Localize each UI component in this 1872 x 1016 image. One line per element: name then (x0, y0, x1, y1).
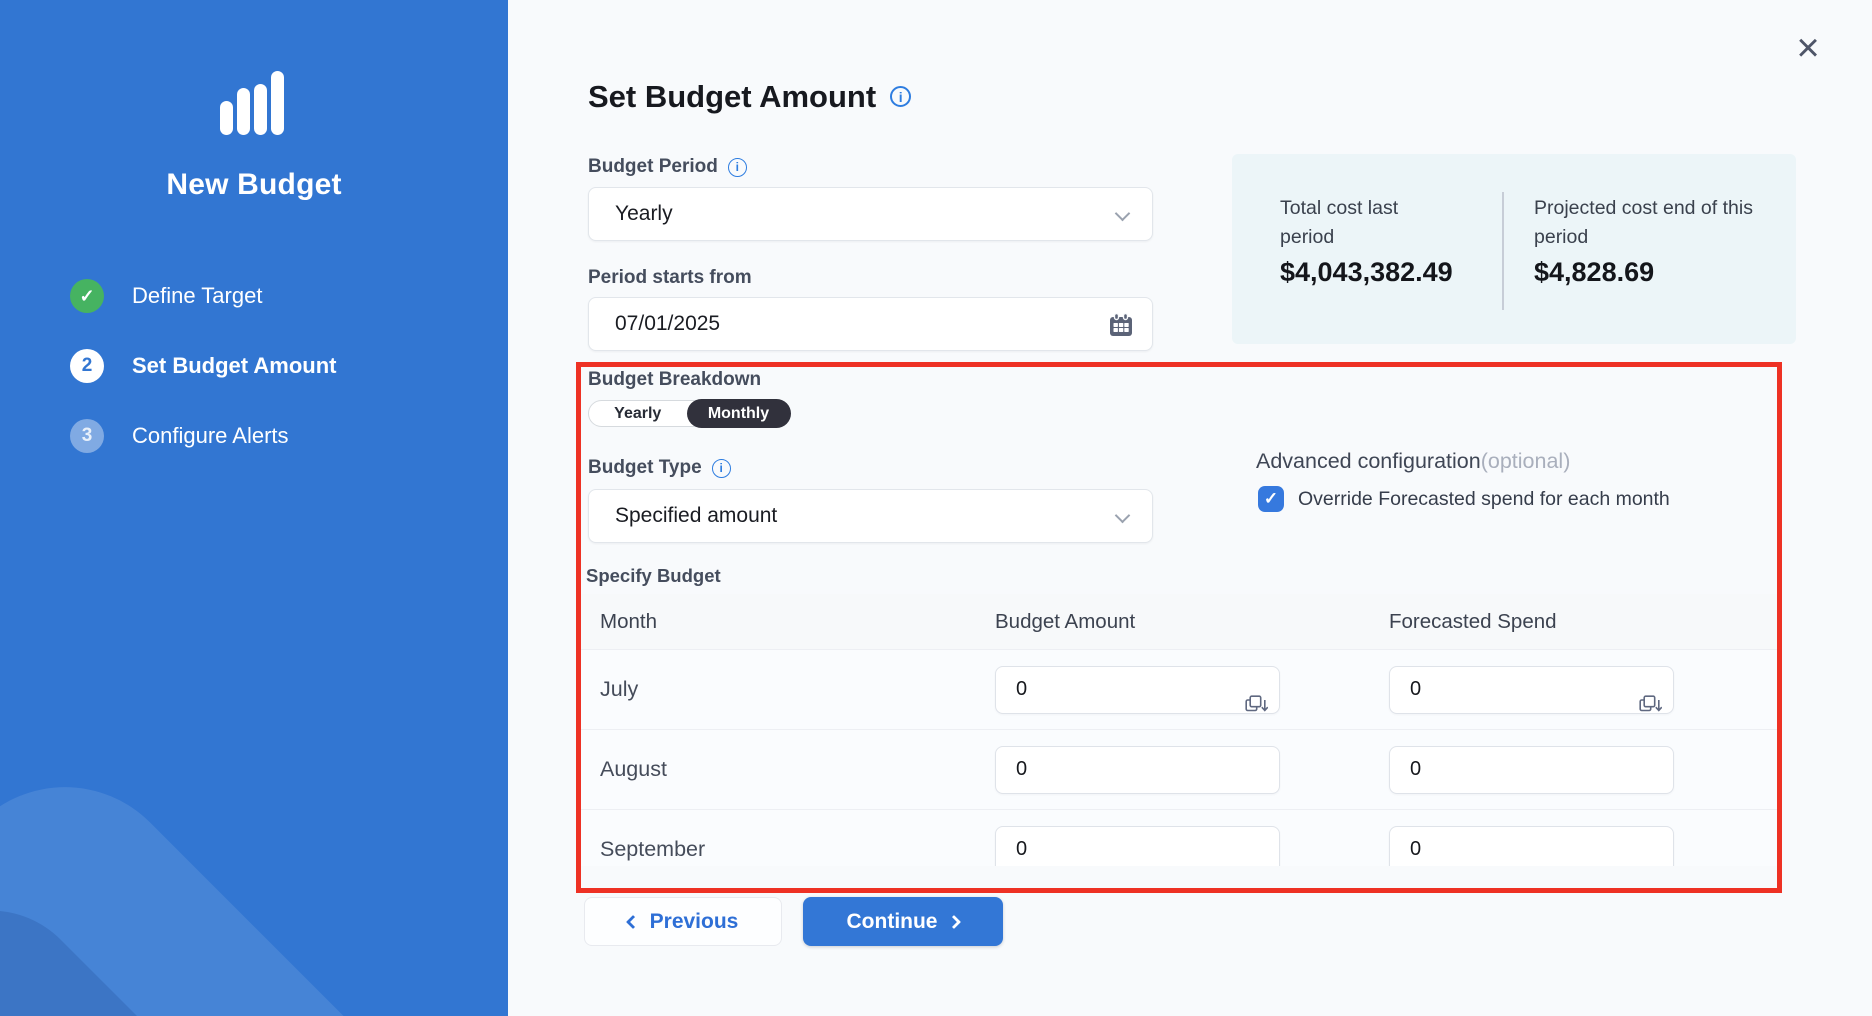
month-cell: September (600, 837, 995, 862)
page-title: Set Budget Amount i (588, 79, 911, 115)
specify-budget-table: Month Budget Amount Forecasted Spend Jul… (578, 594, 1782, 866)
override-forecast-checkbox-row[interactable]: ✓ Override Forecasted spend for each mon… (1258, 486, 1670, 512)
chevron-down-icon (1115, 206, 1131, 222)
step-number-badge: 3 (70, 419, 104, 453)
budget-type-label: Budget Type i (588, 457, 731, 479)
info-icon[interactable]: i (712, 459, 731, 478)
advanced-configuration-title: Advanced configuration(optional) (1256, 449, 1570, 474)
optional-suffix: (optional) (1481, 449, 1571, 473)
column-header-budget-amount: Budget Amount (995, 610, 1389, 634)
forecasted-spend-input-wrap (1389, 682, 1674, 699)
budget-amount-input[interactable] (995, 826, 1280, 867)
projected-cost-label: Projected cost end of this period (1534, 194, 1754, 252)
checkbox-checked-icon[interactable]: ✓ (1258, 486, 1284, 512)
wizard-title: New Budget (0, 168, 508, 202)
column-header-forecasted-spend: Forecasted Spend (1389, 610, 1782, 634)
chevron-down-icon (1115, 508, 1131, 524)
previous-button[interactable]: Previous (584, 897, 782, 946)
info-icon[interactable]: i (728, 158, 747, 177)
sidebar: New Budget ✓ Define Target 2 Set Budget … (0, 0, 508, 1016)
forecasted-spend-input-wrap (1389, 842, 1674, 859)
month-cell: August (600, 757, 995, 782)
forecasted-spend-input[interactable] (1389, 826, 1674, 867)
breakdown-toggle: Yearly Monthly (588, 400, 790, 427)
forecasted-spend-input[interactable] (1389, 746, 1674, 794)
step-label: Configure Alerts (132, 423, 289, 449)
table-row-august: August (578, 730, 1782, 810)
budget-type-select[interactable]: Specified amount (588, 489, 1153, 543)
copy-value-down-icon[interactable] (1639, 695, 1662, 721)
period-start-date-value: 07/01/2025 (615, 312, 720, 336)
step-define-target[interactable]: ✓ Define Target (70, 279, 470, 313)
period-starts-label: Period starts from (588, 267, 752, 289)
step-label: Define Target (132, 283, 262, 309)
override-forecast-label: Override Forecasted spend for each month (1298, 488, 1670, 511)
modal-content: × Set Budget Amount i Budget Period i Ye… (508, 0, 1872, 1016)
new-budget-wizard: New Budget ✓ Define Target 2 Set Budget … (0, 0, 1872, 1016)
total-cost-label: Total cost last period (1280, 194, 1455, 252)
page-title-text: Set Budget Amount (588, 79, 876, 115)
table-row-july: July (578, 650, 1782, 730)
step-number-badge: 2 (70, 349, 104, 383)
continue-button[interactable]: Continue (803, 897, 1003, 946)
forecasted-spend-input[interactable] (1389, 666, 1674, 714)
toggle-option-yearly[interactable]: Yearly (589, 400, 687, 427)
budget-amount-input[interactable] (995, 666, 1280, 714)
budget-period-select[interactable]: Yearly (588, 187, 1153, 241)
column-header-month: Month (600, 610, 995, 634)
budget-period-label: Budget Period i (588, 156, 747, 178)
specify-budget-label: Specify Budget (586, 565, 721, 587)
close-icon[interactable]: × (1786, 26, 1830, 70)
budget-type-value: Specified amount (615, 504, 777, 528)
budget-period-value: Yearly (615, 202, 673, 226)
budget-amount-input-wrap (995, 682, 1280, 699)
step-complete-check-icon: ✓ (70, 279, 104, 313)
budget-breakdown-label: Budget Breakdown (588, 369, 761, 391)
total-cost-value: $4,043,382.49 (1280, 257, 1453, 288)
summary-divider (1502, 192, 1504, 310)
projected-cost-value: $4,828.69 (1534, 257, 1654, 288)
month-cell: July (600, 677, 995, 702)
chevron-right-icon (947, 914, 961, 928)
bar-chart-logo-icon (220, 71, 284, 135)
step-set-budget-amount[interactable]: 2 Set Budget Amount (70, 349, 470, 383)
info-icon[interactable]: i (890, 86, 911, 107)
table-header-row: Month Budget Amount Forecasted Spend (578, 594, 1782, 650)
step-label: Set Budget Amount (132, 353, 337, 379)
copy-value-down-icon[interactable] (1245, 695, 1268, 721)
budget-amount-input-wrap (995, 842, 1280, 859)
step-configure-alerts[interactable]: 3 Configure Alerts (70, 419, 470, 453)
period-start-date-input[interactable]: 07/01/2025 (588, 297, 1153, 351)
table-row-september: September (578, 810, 1782, 866)
calendar-icon[interactable] (1108, 312, 1134, 344)
toggle-option-monthly[interactable]: Monthly (687, 399, 791, 428)
cost-summary-panel: Total cost last period $4,043,382.49 Pro… (1232, 154, 1796, 344)
chevron-left-icon (626, 914, 640, 928)
budget-amount-input-wrap (995, 762, 1280, 779)
forecasted-spend-input-wrap (1389, 762, 1674, 779)
budget-amount-input[interactable] (995, 746, 1280, 794)
wizard-steps: ✓ Define Target 2 Set Budget Amount 3 Co… (70, 279, 470, 489)
